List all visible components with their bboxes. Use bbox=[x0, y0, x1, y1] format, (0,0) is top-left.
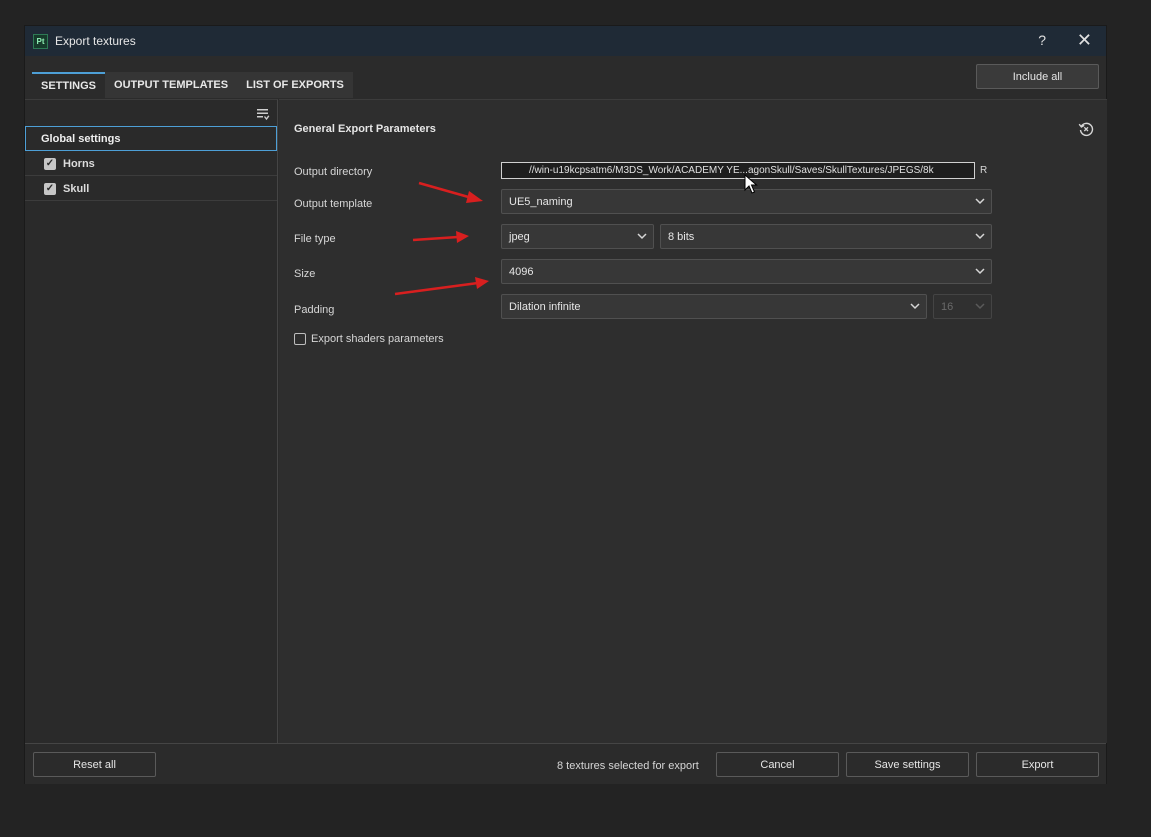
help-button[interactable]: ? bbox=[1038, 32, 1046, 48]
export-textures-dialog: Pt Export textures ? ✕ SETTINGS OUTPUT T… bbox=[24, 25, 1107, 784]
tab-output-templates[interactable]: OUTPUT TEMPLATES bbox=[105, 72, 238, 98]
file-format-value: jpeg bbox=[509, 230, 530, 243]
tree-item-skull[interactable]: ✓ Skull bbox=[25, 177, 277, 201]
tree-item-label: Skull bbox=[63, 182, 90, 195]
padding-amount-value: 16 bbox=[941, 300, 954, 313]
output-directory-label: Output directory bbox=[294, 166, 373, 178]
dialog-title: Export textures bbox=[55, 34, 136, 48]
filter-list-icon[interactable] bbox=[256, 107, 270, 121]
export-status: 8 textures selected for export bbox=[557, 760, 699, 772]
include-all-button[interactable]: Include all bbox=[976, 64, 1099, 89]
tab-settings[interactable]: SETTINGS bbox=[32, 72, 106, 98]
tree-item-label: Horns bbox=[63, 157, 95, 170]
save-settings-button[interactable]: Save settings bbox=[846, 752, 969, 777]
output-template-label: Output template bbox=[294, 198, 373, 210]
export-shaders-checkbox[interactable] bbox=[294, 333, 306, 345]
file-format-select[interactable]: jpeg bbox=[501, 224, 654, 249]
tree-item-horns[interactable]: ✓ Horns bbox=[25, 152, 277, 176]
dialog-footer: Reset all 8 textures selected for export… bbox=[25, 743, 1106, 784]
file-type-label: File type bbox=[294, 233, 336, 245]
size-value: 4096 bbox=[509, 265, 534, 278]
chevron-down-icon bbox=[637, 233, 647, 240]
export-shaders-label: Export shaders parameters bbox=[311, 333, 444, 345]
texture-set-panel: Global settings ✓ Horns ✓ Skull bbox=[25, 99, 278, 743]
export-button[interactable]: Export bbox=[976, 752, 1099, 777]
reset-all-button[interactable]: Reset all bbox=[33, 752, 156, 777]
close-icon[interactable]: ✕ bbox=[1077, 30, 1092, 51]
output-template-value: UE5_naming bbox=[509, 195, 573, 208]
app-logo-icon: Pt bbox=[33, 33, 48, 49]
output-template-select[interactable]: UE5_naming bbox=[501, 189, 992, 214]
bit-depth-value: 8 bits bbox=[668, 230, 695, 243]
padding-value: Dilation infinite bbox=[509, 300, 581, 313]
padding-select[interactable]: Dilation infinite bbox=[501, 294, 927, 319]
section-title: General Export Parameters bbox=[294, 123, 436, 135]
chevron-down-icon bbox=[975, 233, 985, 240]
padding-label: Padding bbox=[294, 304, 335, 316]
horns-checkbox[interactable]: ✓ bbox=[44, 157, 56, 170]
bit-depth-select[interactable]: 8 bits bbox=[660, 224, 992, 249]
size-select[interactable]: 4096 bbox=[501, 259, 992, 284]
export-parameters-panel: General Export Parameters Output directo… bbox=[279, 99, 1107, 743]
chevron-down-icon bbox=[975, 303, 985, 310]
output-directory-suffix: R bbox=[980, 165, 988, 176]
output-directory-input[interactable]: //win-u19kcpsatm6/M3DS_Work/ACADEMY YE..… bbox=[501, 162, 975, 179]
padding-amount-select: 16 bbox=[933, 294, 992, 319]
export-shaders-option[interactable]: Export shaders parameters bbox=[294, 333, 444, 345]
skull-checkbox[interactable]: ✓ bbox=[44, 182, 56, 195]
global-settings-item[interactable]: Global settings bbox=[25, 126, 277, 151]
tab-list-of-exports[interactable]: LIST OF EXPORTS bbox=[237, 72, 353, 98]
chevron-down-icon bbox=[910, 303, 920, 310]
reset-parameters-icon[interactable] bbox=[1078, 121, 1094, 137]
tab-bar: SETTINGS OUTPUT TEMPLATES LIST OF EXPORT… bbox=[32, 72, 353, 98]
cancel-button[interactable]: Cancel bbox=[716, 752, 839, 777]
chevron-down-icon bbox=[975, 198, 985, 205]
chevron-down-icon bbox=[975, 268, 985, 275]
title-bar: Pt Export textures ? ✕ bbox=[25, 26, 1106, 56]
size-label: Size bbox=[294, 268, 316, 280]
